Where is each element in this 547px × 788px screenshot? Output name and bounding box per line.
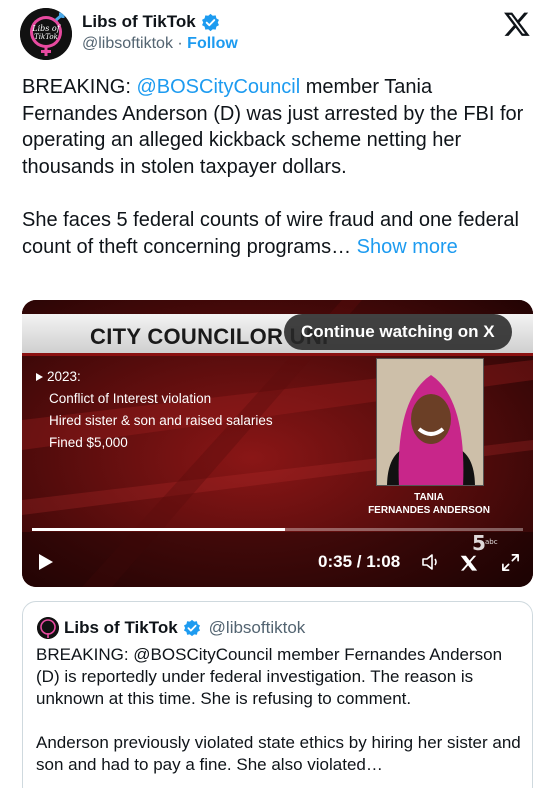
quoted-tweet-text: BREAKING: @BOSCityCouncil member Fernand… — [36, 644, 524, 776]
tweet-header: Libs of TikTok Libs of TikTok @libsoftik… — [20, 8, 535, 64]
handle-separator: · — [177, 35, 183, 52]
x-logo-icon[interactable] — [503, 10, 531, 38]
bullet-arrow-icon — [36, 373, 43, 381]
quoted-verified-badge-icon — [183, 619, 200, 637]
quoted-paragraph-2: Anderson previously violated state ethic… — [36, 733, 521, 774]
quoted-handle: @libsoftiktok — [208, 618, 306, 637]
caption-line-2: FERNANDES ANDERSON — [368, 505, 490, 516]
caption-line-1: TANIA — [414, 492, 444, 503]
quoted-tweet-header: Libs of TikTok @libsoftiktok — [37, 617, 305, 639]
station-logo-icon: 5 abc — [472, 532, 498, 555]
quoted-tweet[interactable]: Libs of TikTok @libsoftiktok BREAKING: @… — [22, 601, 533, 788]
tweet-prefix: BREAKING: — [22, 76, 137, 98]
station-label: abc — [485, 538, 498, 546]
tweet-paragraph-1: BREAKING: @BOSCityCouncil member Tania F… — [22, 74, 532, 180]
fullscreen-icon[interactable] — [501, 553, 520, 572]
continue-watching-button[interactable]: Continue watching on X — [284, 314, 512, 350]
bullet-line-2: Hired sister & son and raised salaries — [49, 413, 273, 428]
svg-text:5: 5 — [472, 532, 486, 555]
avatar-text-1: Libs of — [31, 24, 61, 33]
tweet-text: BREAKING: @BOSCityCouncil member Tania F… — [22, 74, 532, 260]
avatar-text-2: TikTok — [34, 33, 58, 41]
video-time: 0:35 / 1:08 — [318, 552, 401, 571]
video-progress-bar[interactable] — [32, 528, 523, 531]
author-handle[interactable]: @libsoftiktok — [82, 35, 173, 52]
quoted-display-name[interactable]: Libs of TikTok — [64, 618, 178, 638]
bullet-line-1: Conflict of Interest violation — [49, 391, 212, 406]
mention-link[interactable]: @BOSCityCouncil — [136, 76, 300, 98]
author-avatar[interactable]: Libs of TikTok — [20, 8, 72, 60]
bullet-year-row: 2023: — [36, 366, 273, 388]
author-display-name[interactable]: Libs of TikTok — [82, 12, 196, 32]
follow-link[interactable]: Follow — [187, 35, 238, 52]
quoted-author-avatar[interactable] — [37, 617, 59, 639]
photo-caption: TANIA FERNANDES ANDERSON — [364, 491, 494, 517]
volume-icon[interactable] — [421, 553, 441, 571]
tweet-paragraph-2: She faces 5 federal counts of wire fraud… — [22, 207, 532, 260]
continue-watching-label: Continue watching on X — [301, 322, 495, 341]
video-bullet-list: 2023: Conflict of Interest violation Hir… — [36, 366, 273, 454]
video-controls: 0:35 / 1:08 5 abc — [22, 532, 533, 580]
author-name-line: Libs of TikTok — [82, 12, 220, 32]
show-more-link[interactable]: Show more — [357, 236, 458, 258]
bullet-year: 2023: — [47, 369, 81, 384]
author-handle-line: @libsoftiktok · Follow — [82, 35, 238, 53]
bullet-line-3: Fined $5,000 — [49, 435, 128, 450]
video-player[interactable]: CITY COUNCILOR UNI Continue watching on … — [22, 300, 533, 587]
video-progress-fill — [32, 528, 285, 531]
play-icon[interactable] — [38, 553, 54, 571]
verified-badge-icon — [201, 13, 219, 31]
councilor-photo — [376, 358, 484, 486]
quoted-paragraph-1: BREAKING: @BOSCityCouncil member Fernand… — [36, 645, 503, 708]
